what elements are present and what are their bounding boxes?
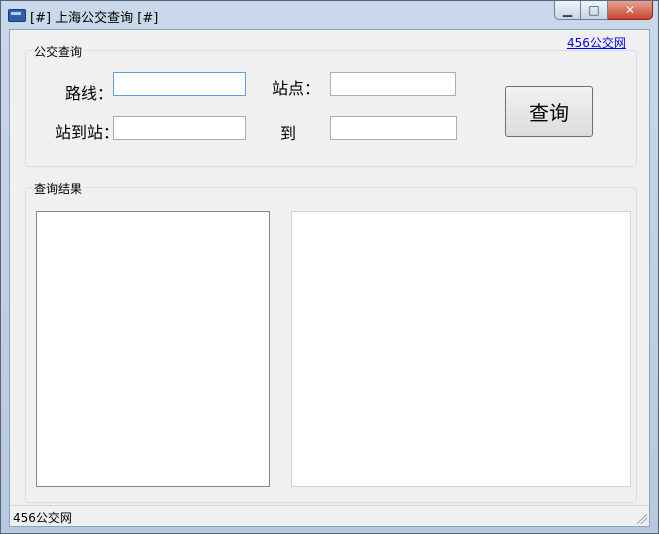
to-station-input[interactable] <box>330 116 457 140</box>
minimize-button[interactable]: ▁ <box>554 1 581 20</box>
bus-icon <box>8 9 26 22</box>
status-bar: 456公交网 <box>10 505 649 526</box>
query-results-group-title: 查询结果 <box>32 180 85 197</box>
results-detail-panel[interactable] <box>291 211 631 487</box>
website-link[interactable]: 456公交网 <box>567 34 626 51</box>
route-input[interactable] <box>113 72 246 96</box>
close-icon: ✕ <box>624 3 636 17</box>
status-text: 456公交网 <box>13 511 72 525</box>
title-bar[interactable]: [#] 上海公交查询 [#] ▁ □ ✕ <box>1 1 658 28</box>
from-station-input[interactable] <box>113 116 246 140</box>
station-to-station-label: 站到站： <box>55 123 120 142</box>
maximize-icon: □ <box>588 3 600 17</box>
bus-query-group-title: 公交查询 <box>32 43 85 60</box>
stop-input[interactable] <box>330 72 456 96</box>
route-label: 路线： <box>65 84 114 103</box>
stop-label: 站点： <box>272 79 321 98</box>
resize-grip-icon[interactable] <box>637 514 647 524</box>
close-button[interactable]: ✕ <box>608 1 653 20</box>
results-list-panel[interactable] <box>36 211 270 487</box>
maximize-button[interactable]: □ <box>581 1 608 20</box>
application-window: [#] 上海公交查询 [#] ▁ □ ✕ 456公交网 公交查询 路线： 站点：… <box>0 0 659 534</box>
to-label: 到 <box>280 124 297 143</box>
window-title: [#] 上海公交查询 [#] <box>30 11 159 26</box>
window-controls: ▁ □ ✕ <box>554 1 653 21</box>
minimize-icon: ▁ <box>562 3 573 17</box>
query-button[interactable]: 查询 <box>505 86 593 137</box>
client-area: 456公交网 公交查询 路线： 站点： 站到站： 到 查询 查询结果 456公交… <box>9 29 650 527</box>
